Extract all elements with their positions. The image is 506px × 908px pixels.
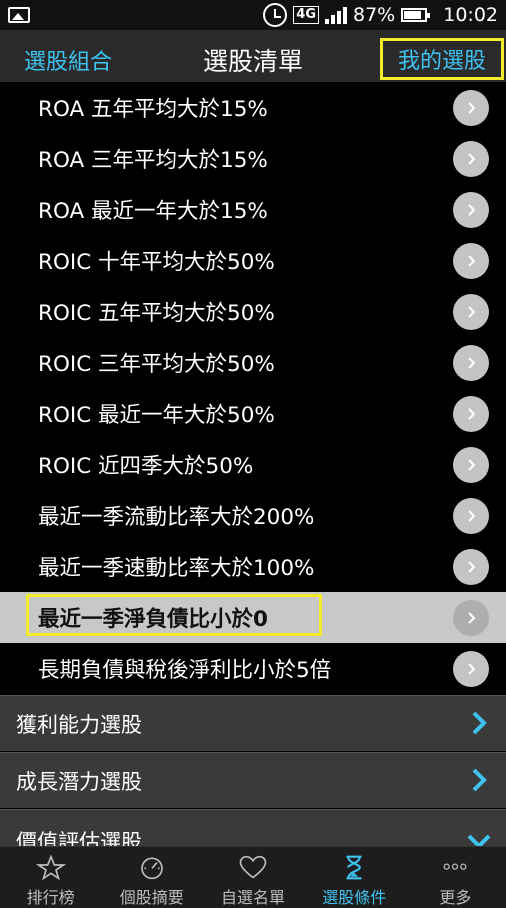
- image-notification-icon: [8, 7, 30, 23]
- criteria-list-item[interactable]: 最近一季速動比率大於100%: [0, 541, 506, 592]
- chevron-right-icon[interactable]: [453, 498, 489, 534]
- criteria-list-item[interactable]: ROIC 十年平均大於50%: [0, 235, 506, 286]
- criteria-list-item[interactable]: ROIC 三年平均大於50%: [0, 337, 506, 388]
- more-dots-icon: [443, 863, 467, 870]
- chevron-right-icon[interactable]: [453, 396, 489, 432]
- nav-label: 個股摘要: [119, 888, 184, 907]
- status-bar: 4G 87% 10:02: [0, 0, 506, 30]
- gauge-icon: [140, 857, 163, 880]
- signal-icon: [325, 6, 347, 24]
- nav-label: 排行榜: [26, 888, 75, 907]
- chevron-right-icon[interactable]: [453, 90, 489, 126]
- criteria-label: ROIC 十年平均大於50%: [38, 250, 275, 275]
- criteria-label: 長期負債與稅後淨利比小於5倍: [38, 658, 332, 683]
- network-type-icon: 4G: [293, 6, 319, 24]
- nav-label: 更多: [439, 888, 472, 907]
- criteria-list-item[interactable]: 長期負債與稅後淨利比小於5倍: [0, 643, 506, 694]
- nav-watchlist[interactable]: 自選名單: [202, 847, 303, 908]
- category-profitability[interactable]: 獲利能力選股: [0, 695, 506, 751]
- criteria-list-item[interactable]: ROA 最近一年大於15%: [0, 184, 506, 235]
- criteria-list-item[interactable]: ROIC 近四季大於50%: [0, 439, 506, 490]
- criteria-label: ROA 五年平均大於15%: [38, 97, 268, 122]
- stock-portfolio-button[interactable]: 選股組合: [24, 44, 112, 76]
- criteria-list-item[interactable]: 最近一季流動比率大於200%: [0, 490, 506, 541]
- criteria-label: ROIC 最近一年大於50%: [38, 403, 275, 428]
- category-label: 成長潛力選股: [16, 769, 142, 794]
- alarm-icon: [263, 3, 288, 27]
- nav-screening-criteria[interactable]: 選股條件: [304, 847, 405, 908]
- category-growth[interactable]: 成長潛力選股: [0, 752, 506, 808]
- chevron-right-icon[interactable]: [453, 141, 489, 177]
- chevron-right-icon: [472, 768, 487, 792]
- chevron-right-icon[interactable]: [453, 600, 489, 636]
- my-picks-button[interactable]: 我的選股: [380, 38, 504, 80]
- nav-stock-summary[interactable]: 個股摘要: [101, 847, 202, 908]
- chevron-right-icon[interactable]: [453, 192, 489, 228]
- clock: 10:02: [443, 4, 498, 26]
- criteria-label: ROIC 近四季大於50%: [38, 454, 254, 479]
- criteria-label: ROIC 三年平均大於50%: [38, 352, 275, 377]
- criteria-label: 最近一季淨負債比小於0: [38, 607, 268, 632]
- nav-more[interactable]: 更多: [405, 847, 506, 908]
- criteria-list-item[interactable]: 最近一季淨負債比小於0: [0, 592, 506, 643]
- chevron-right-icon[interactable]: [453, 651, 489, 687]
- criteria-list-item[interactable]: ROIC 五年平均大於50%: [0, 286, 506, 337]
- chevron-right-icon[interactable]: [453, 447, 489, 483]
- battery-percent: 87%: [353, 4, 396, 26]
- hourglass-icon: [346, 855, 362, 880]
- criteria-list: ROA 五年平均大於15% ROA 三年平均大於15% ROA 最近一年大於15% R…: [0, 82, 506, 694]
- app-header: 選股組合 選股清單 我的選股: [0, 30, 506, 88]
- criteria-label: ROA 三年平均大於15%: [38, 148, 268, 173]
- chevron-right-icon[interactable]: [453, 243, 489, 279]
- chevron-right-icon: [472, 711, 487, 735]
- chevron-right-icon[interactable]: [453, 549, 489, 585]
- criteria-label: 最近一季速動比率大於100%: [38, 556, 315, 581]
- nav-label: 自選名單: [221, 888, 286, 907]
- star-icon: [35, 855, 66, 880]
- criteria-label: ROA 最近一年大於15%: [38, 199, 268, 224]
- category-label: 獲利能力選股: [16, 712, 142, 737]
- criteria-label: ROIC 五年平均大於50%: [38, 301, 275, 326]
- heart-icon: [239, 855, 267, 879]
- chevron-right-icon[interactable]: [453, 294, 489, 330]
- category-valuation[interactable]: 價值評估選股: [0, 809, 506, 849]
- chevron-right-icon[interactable]: [453, 345, 489, 381]
- criteria-list-item[interactable]: ROA 三年平均大於15%: [0, 133, 506, 184]
- criteria-list-item[interactable]: ROIC 最近一年大於50%: [0, 388, 506, 439]
- criteria-list-item[interactable]: ROA 五年平均大於15%: [0, 82, 506, 133]
- battery-icon: [401, 8, 431, 22]
- bottom-navigation: 排行榜 個股摘要 自選名單 選股條件 更多: [0, 846, 506, 908]
- nav-ranking[interactable]: 排行榜: [0, 847, 101, 908]
- nav-label: 選股條件: [322, 888, 387, 907]
- criteria-label: 最近一季流動比率大於200%: [38, 505, 315, 530]
